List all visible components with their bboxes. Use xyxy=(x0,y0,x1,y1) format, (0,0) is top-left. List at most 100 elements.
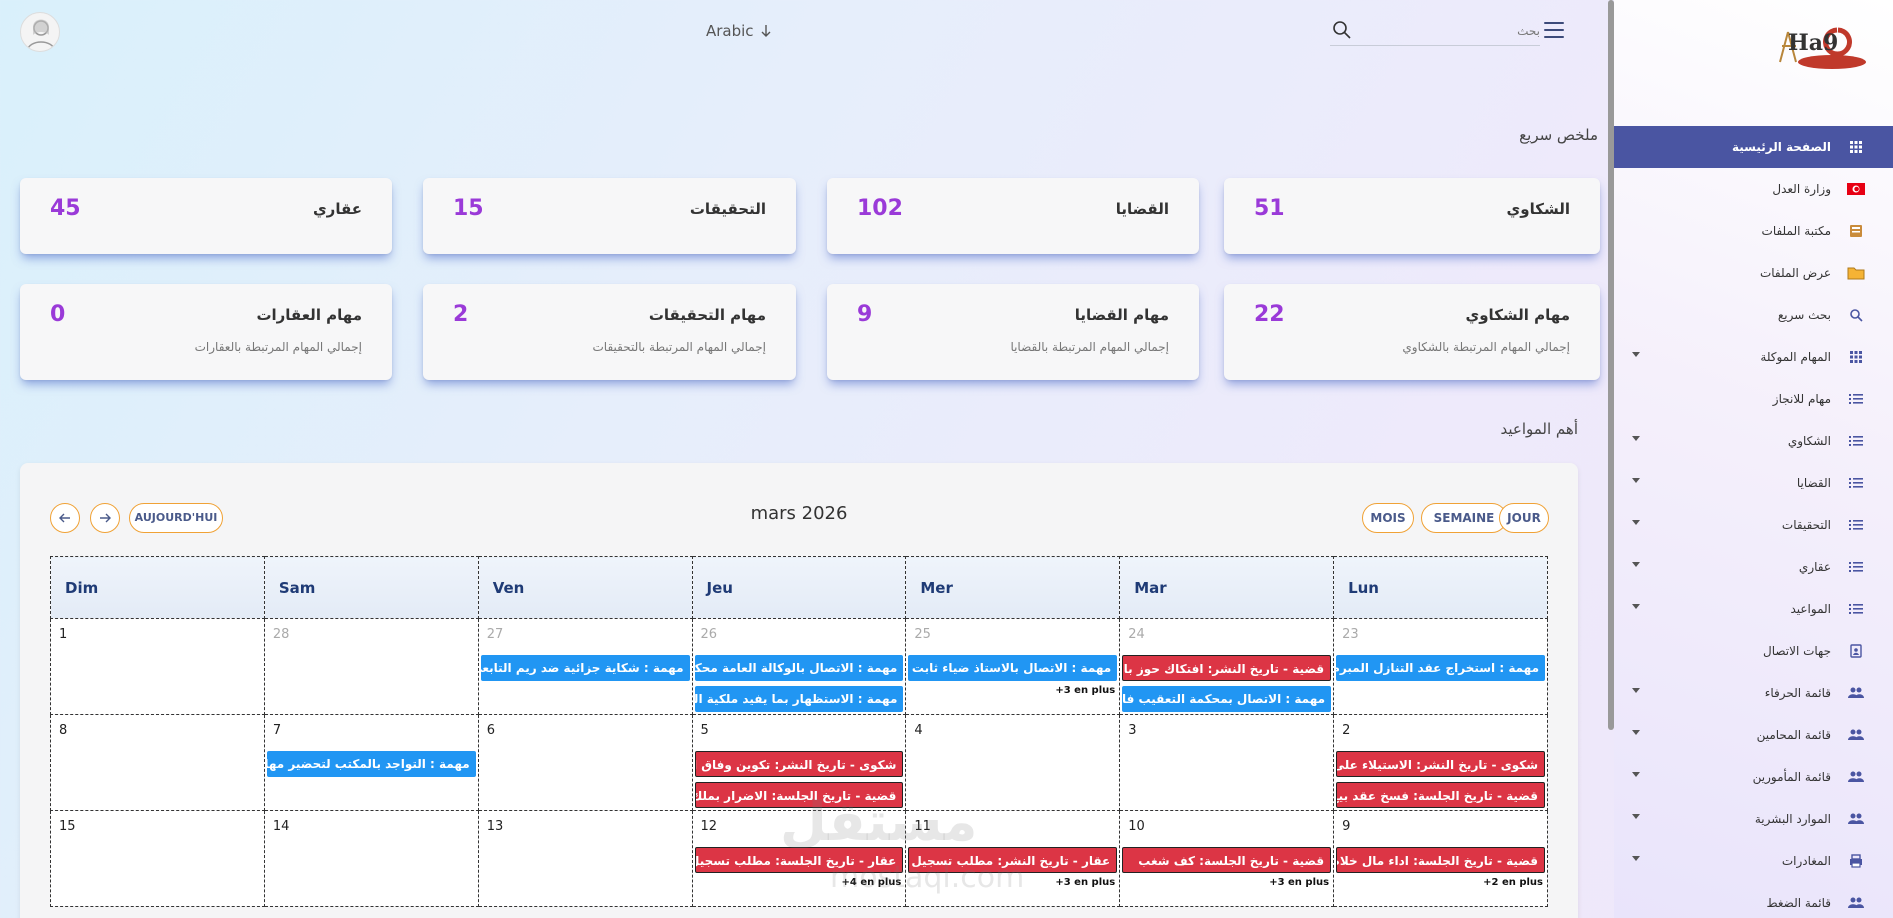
calendar-grid: Dim Sam Ven Jeu Mer Mar Lun 1 28 27 مهمة : … xyxy=(50,556,1548,907)
card-real-estate[interactable]: عقاري 45 xyxy=(20,178,392,254)
card-label: الشكاوي xyxy=(1506,200,1570,218)
calendar-event[interactable]: قضية - تاريخ النشر: افتكاك حوز بالقوة xyxy=(1122,655,1332,681)
sidebar-item[interactable]: القضايا xyxy=(1614,462,1893,504)
flag-icon xyxy=(1845,183,1867,195)
calendar-event[interactable]: شكوى - تاريخ النشر: تكوين وفاق اجرام xyxy=(694,751,904,777)
avatar-icon xyxy=(26,19,56,51)
sidebar-item[interactable]: قائمة المأمورين xyxy=(1614,756,1893,798)
calendar-day-cell[interactable]: 7 مهمة : التواجد بالمكتب لتحضير مهام الا xyxy=(263,714,479,811)
card-cases[interactable]: القضايا 102 xyxy=(827,178,1199,254)
chevron-down-icon[interactable] xyxy=(1632,772,1640,777)
calendar-day-cell[interactable]: 25 مهمة : الاتصال بالاستاذ ضياء ثابت حول +… xyxy=(905,618,1121,715)
sidebar-item[interactable]: قائمة الحرفاء xyxy=(1614,672,1893,714)
card-complaints[interactable]: الشكاوي 51 xyxy=(1224,178,1600,254)
chevron-down-icon[interactable] xyxy=(1632,352,1640,357)
sidebar-item[interactable]: المهام الموكلة xyxy=(1614,336,1893,378)
chevron-down-icon[interactable] xyxy=(1632,814,1640,819)
sidebar-item-label: قائمة الضغط xyxy=(1766,896,1832,910)
card-case-tasks[interactable]: مهام القضايا 9 إجمالي المهام المرتبطة با… xyxy=(827,284,1199,380)
chevron-down-icon[interactable] xyxy=(1632,436,1640,441)
more-events-link[interactable]: +3 en plus xyxy=(1055,877,1115,888)
sidebar-item[interactable]: المغادرات xyxy=(1614,840,1893,882)
card-investigations[interactable]: التحقيقات 15 xyxy=(423,178,796,254)
search-input[interactable] xyxy=(1360,18,1540,44)
view-month-button[interactable]: MOIS xyxy=(1362,503,1414,533)
calendar-day-cell[interactable]: 10 قضية - تاريخ الجلسة: كف شغب +3 en plus xyxy=(1119,810,1335,907)
calendar-day-cell[interactable]: 14 xyxy=(263,810,479,907)
calendar-day-cell[interactable]: 9 قضية - تاريخ الجلسة: اداء مال خلاص كر +2… xyxy=(1333,810,1548,907)
sidebar-item[interactable]: عقاري xyxy=(1614,546,1893,588)
users-icon xyxy=(1845,897,1867,909)
calendar-day-cell[interactable]: 6 xyxy=(477,714,693,811)
calendar-day-cell[interactable]: 26 مهمة : الاتصال بالوكالة العامة محكمة ا… xyxy=(691,618,907,715)
watermark-logo: مستقل xyxy=(780,790,978,853)
day-number: 26 xyxy=(700,627,718,642)
calendar-day-cell[interactable]: 8 xyxy=(50,714,265,811)
search-icon[interactable] xyxy=(1332,20,1352,40)
card-real-estate-tasks[interactable]: مهام العقارات 0 إجمالي المهام المرتبطة ب… xyxy=(20,284,392,380)
chevron-down-icon[interactable] xyxy=(1632,688,1640,693)
day-number: 28 xyxy=(272,627,290,642)
view-day-button[interactable]: JOUR xyxy=(1499,503,1549,533)
sidebar-item[interactable]: بحث سريع xyxy=(1614,294,1893,336)
sidebar-item[interactable]: الموارد البشرية xyxy=(1614,798,1893,840)
calendar-day-cell[interactable]: 2 شكوى - تاريخ النشر: الاستيلاء على ملك قض… xyxy=(1333,714,1548,811)
card-investigation-tasks[interactable]: مهام التحقيقات 2 إجمالي المهام المرتبطة … xyxy=(423,284,796,380)
calendar-day-cell[interactable]: 24 قضية - تاريخ النشر: افتكاك حوز بالقوة م… xyxy=(1119,618,1335,715)
chevron-down-icon[interactable] xyxy=(1632,730,1640,735)
calendar-event[interactable]: مهمة : الاتصال بمحكمة التعقيب فالقضية xyxy=(1122,686,1332,712)
sidebar-item[interactable]: التحقيقات xyxy=(1614,504,1893,546)
chevron-down-icon[interactable] xyxy=(1632,604,1640,609)
calendar-day-cell[interactable]: 13 xyxy=(477,810,693,907)
calendar-event[interactable]: مهمة : الاستظهار بما يفيد ملكية الشركة xyxy=(694,686,904,712)
sidebar-item[interactable]: وزارة العدل xyxy=(1614,168,1893,210)
calendar-day-cell[interactable]: 1 xyxy=(50,618,265,715)
sidebar-item[interactable]: مهام للانجاز xyxy=(1614,378,1893,420)
sidebar-item[interactable]: مكتبة الملفات xyxy=(1614,210,1893,252)
view-week-button[interactable]: SEMAINE xyxy=(1421,503,1507,533)
chevron-down-icon[interactable] xyxy=(1632,856,1640,861)
calendar-event[interactable]: مهمة : الاتصال بالاستاذ ضياء ثابت حول xyxy=(908,655,1118,681)
day-number: 14 xyxy=(272,819,290,834)
calendar-day-cell[interactable]: 23 مهمة : استخراج عقد التنازل المبرم بين xyxy=(1333,618,1548,715)
sidebar-item[interactable]: جهات الاتصال xyxy=(1614,630,1893,672)
card-complaint-tasks[interactable]: مهام الشكاوي 22 إجمالي المهام المرتبطة ب… xyxy=(1224,284,1600,380)
chevron-down-icon[interactable] xyxy=(1632,478,1640,483)
more-events-link[interactable]: +3 en plus xyxy=(1055,685,1115,696)
calendar-day-cell[interactable]: 27 مهمة : شكاية جزائية ضد ريم التابعي عد xyxy=(477,618,693,715)
user-avatar[interactable] xyxy=(20,12,60,52)
sidebar-item[interactable]: عرض الملفات xyxy=(1614,252,1893,294)
card-value: 0 xyxy=(50,302,66,327)
chevron-down-icon[interactable] xyxy=(1632,520,1640,525)
sidebar-item[interactable]: الصفحة الرئيسية xyxy=(1614,126,1893,168)
day-number: 1 xyxy=(59,627,68,642)
sidebar-item[interactable]: قائمة المحامين xyxy=(1614,714,1893,756)
more-events-link[interactable]: +2 en plus xyxy=(1483,877,1543,888)
sidebar-item[interactable]: الشكاوي xyxy=(1614,420,1893,462)
calendar-event[interactable]: مهمة : الاتصال بالوكالة العامة محكمة الا xyxy=(694,655,904,681)
calendar-event[interactable]: مهمة : شكاية جزائية ضد ريم التابعي عد xyxy=(480,655,690,681)
sidebar-item[interactable]: قائمة الضغط xyxy=(1614,882,1893,918)
day-number: 12 xyxy=(700,819,718,834)
sidebar-item-label: الموارد البشرية xyxy=(1754,812,1831,826)
calendar-event[interactable]: قضية - تاريخ الجلسة: فسخ عقد بيع xyxy=(1336,782,1545,808)
weekday-header: Dim xyxy=(50,556,265,619)
weekday-header: Ven xyxy=(477,556,693,619)
calendar-event[interactable]: قضية - تاريخ الجلسة: كف شغب xyxy=(1122,847,1332,873)
calendar-event[interactable]: شكوى - تاريخ النشر: الاستيلاء على ملك xyxy=(1336,751,1545,777)
calendar-event[interactable]: قضية - تاريخ الجلسة: اداء مال خلاص كر xyxy=(1336,847,1545,873)
search-icon xyxy=(1845,308,1867,322)
list-icon xyxy=(1845,477,1867,489)
day-number: 6 xyxy=(486,723,495,738)
calendar-event[interactable]: مهمة : استخراج عقد التنازل المبرم بين xyxy=(1336,655,1545,681)
card-value: 102 xyxy=(857,196,903,221)
menu-toggle-icon[interactable] xyxy=(1544,22,1564,40)
calendar-day-cell[interactable]: 3 xyxy=(1119,714,1335,811)
chevron-down-icon[interactable] xyxy=(1632,562,1640,567)
sidebar-item[interactable]: المواعيد xyxy=(1614,588,1893,630)
calendar-day-cell[interactable]: 15 xyxy=(50,810,265,907)
calendar-event[interactable]: مهمة : التواجد بالمكتب لتحضير مهام الا xyxy=(266,751,476,777)
language-selector[interactable]: Arabic xyxy=(706,22,772,40)
more-events-link[interactable]: +3 en plus xyxy=(1269,877,1329,888)
calendar-day-cell[interactable]: 28 xyxy=(263,618,479,715)
